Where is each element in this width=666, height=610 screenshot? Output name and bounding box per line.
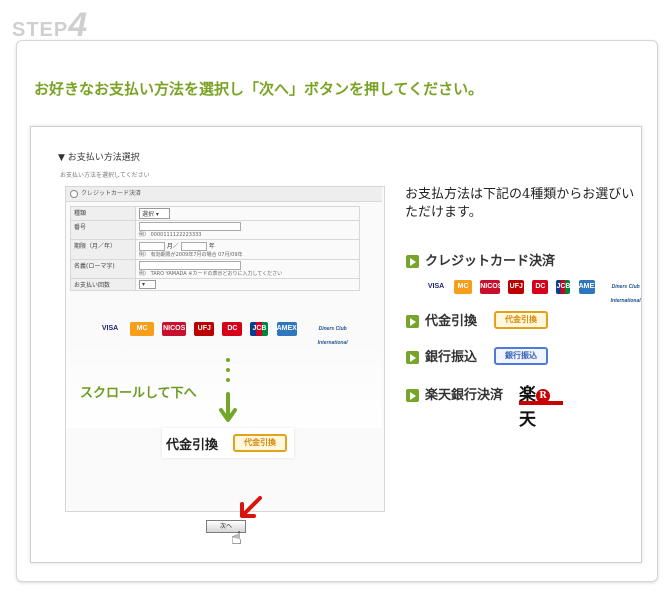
card-number-input[interactable]: [139, 222, 241, 231]
radio-icon[interactable]: [70, 189, 78, 198]
rakuten-logo-band: [519, 401, 563, 405]
nicos-logo: NICOS: [480, 279, 502, 294]
card-number-label: 番号: [70, 220, 136, 240]
method-rakuten: 楽天銀行決済: [406, 384, 503, 403]
page-headline: お好きなお支払い方法を選択し「次へ」ボタンを押してください。: [34, 80, 484, 98]
step-word: STEP: [12, 19, 69, 41]
mastercard-logo: MC: [130, 321, 155, 336]
expiry-label: 期限（月／年）: [70, 239, 136, 260]
ufj-logo: UFJ: [194, 321, 215, 336]
rakuten-logo: 楽 R天: [519, 380, 563, 430]
visa-logo: VISA: [427, 282, 445, 290]
visa-logo: VISA: [101, 324, 119, 332]
ufj-logo: UFJ: [508, 279, 525, 294]
expiry-year-input[interactable]: [180, 242, 207, 251]
play-arrow-icon: [406, 351, 419, 364]
installments-label: お支払い回数: [70, 278, 136, 291]
scroll-dot: [226, 378, 230, 382]
mini-form-title: ▼ お支払い方法選択: [58, 153, 140, 163]
mini-card-brands: VISA MC NICOS UFJ DC JCB AMEX Diners Clu…: [98, 318, 364, 346]
cardholder-label: 名義(ローマ字): [70, 259, 136, 279]
table-row: お支払い回数 ▾: [70, 278, 360, 291]
credit-card-brands: VISA MC NICOS UFJ DC JCB AMEX Diners Clu…: [426, 276, 652, 304]
cardholder-hint: 例） TARO YAMADA ※カードの表示どおりに入力してください: [139, 271, 283, 277]
play-arrow-icon: [406, 315, 419, 328]
method-credit-card: クレジットカード決済: [406, 250, 555, 269]
payment-info-title: お支払方法は下記の4種類からお選びいただけます。: [405, 187, 635, 220]
card-type-label: 種類: [70, 206, 136, 221]
mini-form-subtitle: お支払い方法を選択してください: [60, 172, 150, 179]
card-number-hint: 例） 0000111122223333: [139, 232, 202, 238]
play-arrow-icon: [406, 255, 419, 268]
table-row: 名義(ローマ字) 例） TARO YAMADA ※カードの表示どおりに入力してく…: [70, 259, 360, 279]
step-number: 4: [68, 6, 89, 44]
credit-card-radio-label: クレジットカード決済: [81, 190, 142, 197]
daikin-label: 代金引換: [166, 438, 219, 453]
expiry-month-input[interactable]: [139, 242, 165, 251]
amex-logo: AMEX: [578, 279, 599, 294]
red-pointer-arrow-icon: [240, 496, 262, 518]
hand-cursor-icon: ☝: [231, 528, 242, 549]
jcb-logo: JCB: [556, 279, 570, 294]
method-daikin: 代金引換: [406, 310, 477, 329]
scroll-instruction: スクロールして下へ: [80, 386, 197, 401]
down-arrow-icon: [219, 392, 237, 422]
dc-logo: DC: [222, 321, 243, 336]
table-row: 種類 選択 ▾: [70, 206, 360, 221]
amex-logo: AMEX: [276, 321, 297, 336]
dc-logo: DC: [532, 279, 549, 294]
cardholder-input[interactable]: [139, 261, 241, 270]
bank-transfer-badge: 銀行振込: [494, 347, 548, 365]
scroll-dot: [226, 358, 230, 362]
mastercard-logo: MC: [454, 279, 473, 294]
diners-logo: Diners Club International: [318, 325, 348, 346]
daikin-badge: 代金引換: [233, 434, 287, 452]
installments-select[interactable]: ▾: [139, 280, 157, 289]
expiry-hint: 例） 有効期限が2009年7月の場合 07月/09年: [139, 252, 243, 258]
table-row: 期限（月／年） 月／ 年例） 有効期限が2009年7月の場合 07月/09年: [70, 239, 360, 260]
card-type-select[interactable]: 選択 ▾: [139, 208, 170, 219]
diners-logo: Diners Club International: [610, 283, 641, 304]
play-arrow-icon: [406, 389, 419, 402]
credit-card-radio-row[interactable]: クレジットカード決済: [66, 187, 382, 202]
credit-card-form-table: 種類 選択 ▾ 番号 例） 0000111122223333 期限（月／年） 月…: [70, 206, 360, 291]
daikin-badge-right: 代金引換: [494, 311, 548, 329]
table-row: 番号 例） 0000111122223333: [70, 220, 360, 240]
nicos-logo: NICOS: [162, 321, 187, 336]
jcb-logo: JCB: [250, 321, 269, 336]
scroll-dot: [226, 368, 230, 372]
method-bank-transfer: 銀行振込: [406, 346, 477, 365]
